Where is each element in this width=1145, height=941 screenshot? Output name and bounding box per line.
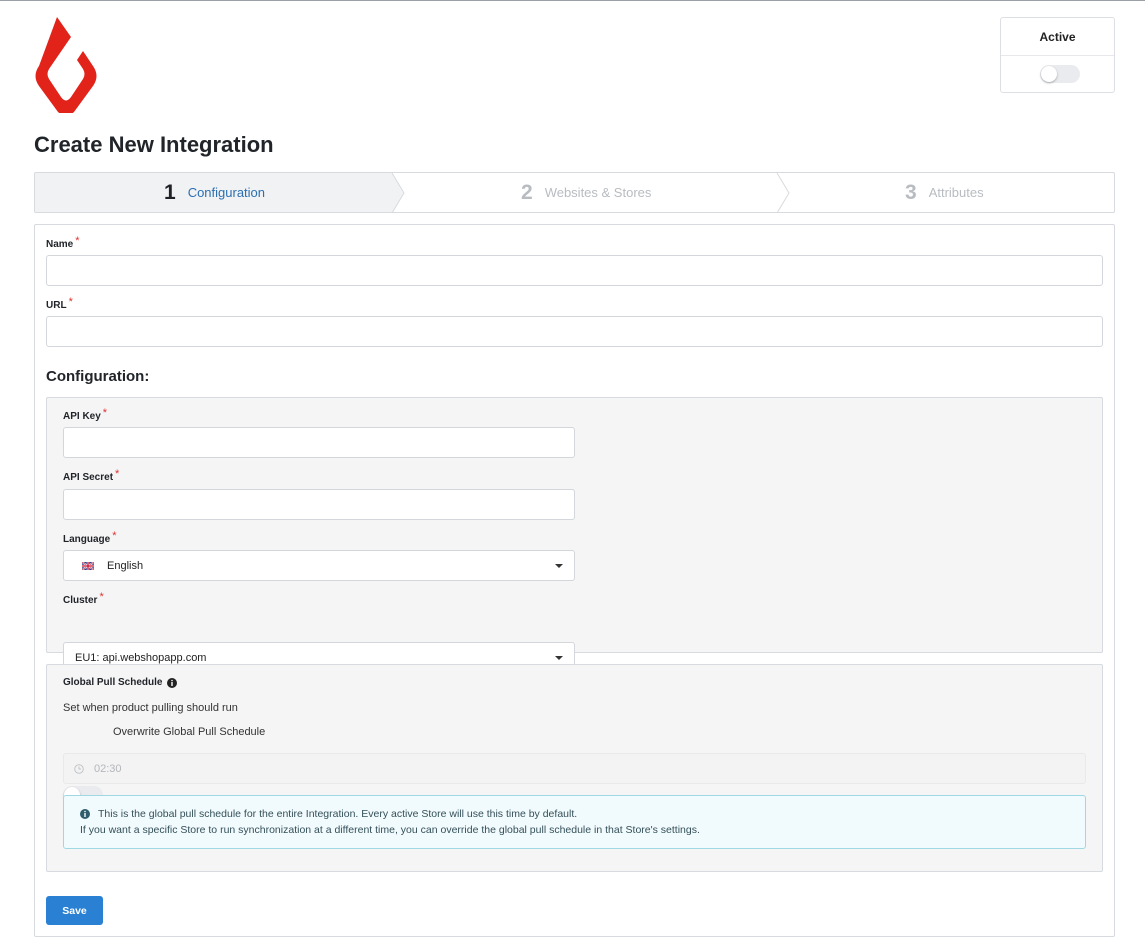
step-attributes[interactable]: 3 Attributes [905,173,984,212]
pull-schedule-subtitle: Set when product pulling should run [63,702,238,714]
page-title: Create New Integration [34,132,274,157]
chevron-down-icon [555,656,563,660]
language-label: Language * [63,530,117,545]
required-marker: * [75,235,80,247]
step-configuration[interactable]: 1 Configuration [164,173,265,212]
step-label: Configuration [187,185,266,200]
active-toggle[interactable] [1040,65,1080,83]
required-marker: * [99,591,104,603]
pull-schedule-title: Global Pull Schedule [63,677,163,688]
uk-flag-icon [82,561,94,570]
required-marker: * [68,296,73,308]
url-input[interactable] [46,316,1103,347]
required-marker: * [112,530,117,542]
step-number: 2 [521,180,533,204]
url-label: URL * [46,296,73,311]
chevron-down-icon [555,564,563,568]
toggle-knob [1041,66,1057,82]
api-secret-input[interactable] [63,489,575,520]
cluster-label: Cluster * [63,591,104,606]
save-button[interactable]: Save [46,896,103,925]
api-key-label: API Key * [63,407,108,422]
step-websites-stores[interactable]: 2 Websites & Stores [521,173,651,212]
configuration-heading: Configuration: [46,368,150,385]
step-label: Websites & Stores [544,185,652,200]
required-marker: * [102,407,108,419]
pull-schedule-info-box: This is the global pull schedule for the… [63,795,1086,849]
info-line-1: This is the global pull schedule for the… [98,808,578,820]
language-select[interactable]: English [63,550,575,581]
active-status-box: Active [1000,17,1115,93]
pull-time-value: 02:30 [94,762,122,775]
info-icon [80,809,90,819]
step-number: 1 [164,180,176,204]
api-key-input[interactable] [63,427,575,458]
language-value: English [107,559,144,572]
pull-time-input[interactable]: 02:30 [63,753,1086,784]
name-label: Name * [46,235,80,250]
api-secret-label: API Secret * [63,468,120,483]
step-label: Attributes [928,185,984,200]
lightspeed-logo [35,17,97,113]
cluster-value: EU1: api.webshopapp.com [75,651,207,664]
clock-icon [74,763,84,774]
step-number: 3 [905,180,917,204]
active-label: Active [1001,18,1114,56]
pull-schedule-heading: Global Pull Schedule [63,677,178,688]
info-icon[interactable] [167,677,178,688]
overwrite-schedule-label: Overwrite Global Pull Schedule [113,726,266,738]
wizard-steps: 1 Configuration 2 Websites & Stores 3 At… [34,172,1115,213]
required-marker: * [115,468,120,480]
name-input[interactable] [46,255,1103,286]
info-line-2: If you want a specific Store to run sync… [80,824,700,836]
